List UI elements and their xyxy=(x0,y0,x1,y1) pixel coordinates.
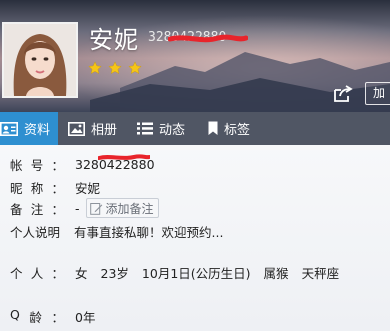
qq-age-value: 0年 xyxy=(75,310,96,325)
level-stars xyxy=(88,61,142,75)
feed-list-icon xyxy=(137,122,153,135)
avatar[interactable] xyxy=(2,22,78,98)
qq-age-label: Q 龄 ： xyxy=(10,307,64,325)
gender-value: 女 xyxy=(75,266,88,281)
tab-label: 资料 xyxy=(24,123,51,138)
birthday-value: 10月1日(公历生日) xyxy=(141,266,251,281)
tab-label: 标签 xyxy=(224,123,251,138)
add-remark-button[interactable]: 添加备注 xyxy=(85,198,159,218)
zodiac-animal-value: 属猴 xyxy=(263,266,289,281)
profile-banner: 安妮 3280422880 加 xyxy=(0,0,390,112)
tab-album[interactable]: 相册 xyxy=(58,112,128,145)
personal-details: 女 23岁 10月1日(公历生日) 属猴 天秤座 xyxy=(75,263,352,282)
bookmark-icon xyxy=(208,121,218,136)
tab-label: 相册 xyxy=(91,123,118,138)
profile-card-icon xyxy=(0,121,18,136)
remark-value: - 添加备注 xyxy=(75,198,159,218)
tab-label: 动态 xyxy=(159,123,186,138)
nickname-title: 安妮 xyxy=(89,26,139,54)
profile-info-panel: 帐 号 ： 3280422880 昵 称 ： 安妮 备 注 ： - 添加备注 个… xyxy=(0,145,390,331)
redaction-scribble xyxy=(98,154,150,160)
star-icon xyxy=(128,61,142,74)
share-button[interactable] xyxy=(331,83,355,105)
qq-age-row: Q 龄 ： 0年 xyxy=(10,307,95,326)
tab-feed[interactable]: 动态 xyxy=(128,112,200,145)
redaction-scribble xyxy=(168,34,248,43)
nickname-label: 昵 称 ： xyxy=(10,181,64,196)
tab-tags[interactable]: 标签 xyxy=(200,112,270,145)
share-icon xyxy=(334,85,353,102)
star-sign-value: 天秤座 xyxy=(301,266,340,281)
nickname-row: 昵 称 ： 安妮 xyxy=(10,178,100,197)
remark-row: 备 注 ： - 添加备注 xyxy=(10,198,159,218)
remark-label: 备 注 ： xyxy=(10,201,64,217)
tab-profile[interactable]: 资料 xyxy=(0,112,58,145)
personal-row: 个 人 ： 女 23岁 10月1日(公历生日) 属猴 天秤座 xyxy=(10,263,352,282)
bio-row: 个人说明 有事直接私聊！欢迎预约... xyxy=(10,222,223,241)
nickname-value: 安妮 xyxy=(75,181,101,196)
account-label: 帐 号 ： xyxy=(10,158,64,173)
bio-label: 个人说明 xyxy=(10,225,61,240)
star-icon xyxy=(88,61,102,74)
profile-tabs: 资料 相册 动态 标签 xyxy=(0,112,390,145)
bio-value: 有事直接私聊！欢迎预约... xyxy=(74,225,224,240)
age-value: 23岁 xyxy=(100,266,129,281)
add-friend-button[interactable]: 加 xyxy=(365,82,390,105)
star-icon xyxy=(108,61,122,74)
photo-album-icon xyxy=(68,121,85,136)
edit-note-icon xyxy=(89,202,103,215)
personal-label: 个 人 ： xyxy=(10,266,64,281)
